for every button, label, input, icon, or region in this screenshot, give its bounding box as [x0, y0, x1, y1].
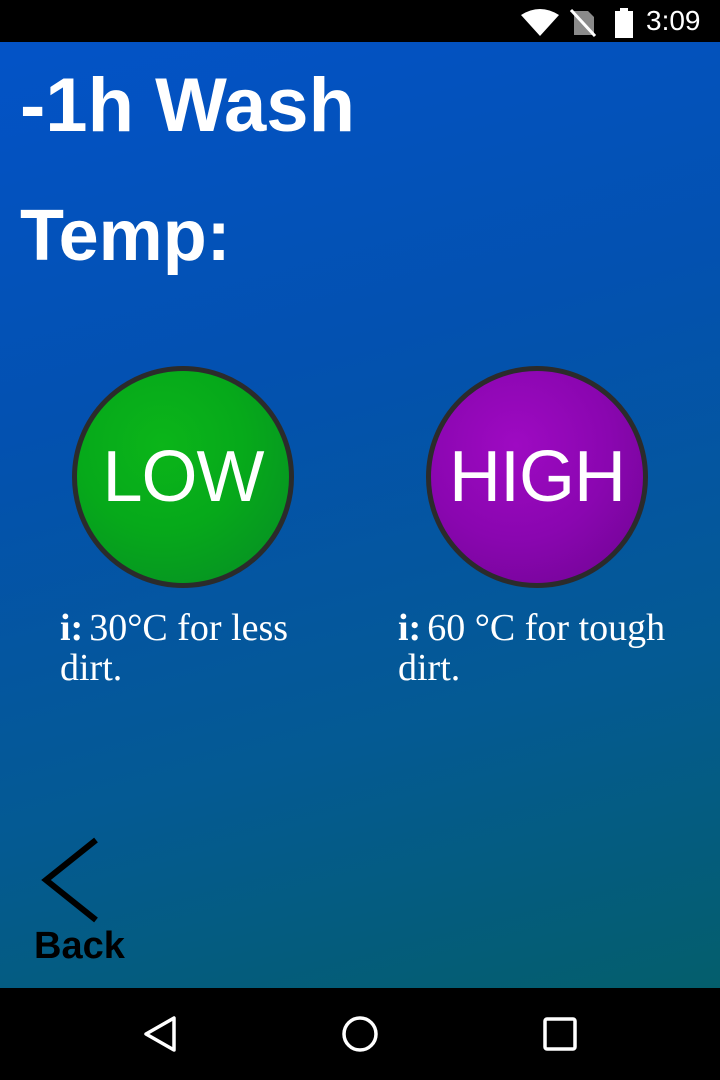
temp-section-label: Temp:	[20, 196, 231, 276]
page-title: -1h Wash	[20, 63, 355, 148]
info-prefix: i:	[60, 607, 84, 649]
low-temp-button[interactable]: LOW	[72, 366, 294, 588]
wifi-icon	[521, 9, 559, 36]
high-temp-button-label: HIGH	[449, 437, 626, 517]
high-temp-info: i: 60 °C for tough dirt.	[398, 608, 708, 688]
high-temp-button[interactable]: HIGH	[426, 366, 648, 588]
no-sim-icon	[570, 8, 596, 38]
status-clock: 3:09	[646, 5, 701, 36]
nav-home-icon[interactable]	[340, 1014, 380, 1054]
back-button[interactable]: Back	[30, 832, 140, 972]
navigation-bar	[0, 988, 720, 1080]
app-screen: -1h Wash Temp: LOW HIGH i: 30°C for less …	[0, 42, 720, 988]
back-label: Back	[34, 925, 125, 967]
nav-recents-icon[interactable]	[540, 1014, 580, 1054]
info-prefix: i:	[398, 607, 422, 649]
high-temp-info-text: 60 °C for tough dirt.	[398, 607, 666, 689]
low-temp-info: i: 30°C for less dirt.	[60, 608, 340, 688]
nav-back-icon[interactable]	[140, 1014, 180, 1054]
low-temp-info-text: 30°C for less dirt.	[60, 607, 289, 689]
low-temp-button-label: LOW	[102, 437, 264, 517]
battery-icon	[615, 8, 633, 38]
status-bar: 3:09	[0, 0, 720, 42]
chevron-left-icon	[41, 837, 98, 923]
